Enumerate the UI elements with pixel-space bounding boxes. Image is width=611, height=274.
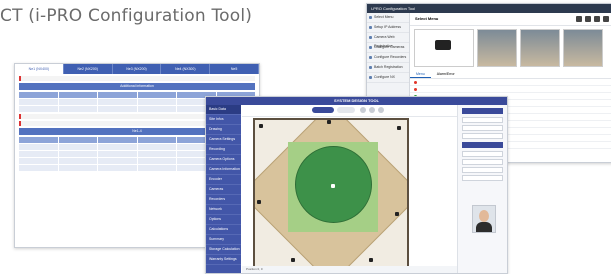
camera-thumbnail[interactable] — [520, 29, 560, 67]
tab-recorder[interactable]: Ne4 (NX300) — [161, 64, 211, 74]
nav-item[interactable]: Calculations — [206, 225, 241, 235]
nav-item[interactable]: Recording — [206, 145, 241, 155]
list-item[interactable] — [410, 79, 611, 86]
camera-icon[interactable] — [397, 126, 401, 130]
avatar — [472, 205, 496, 233]
nav-item[interactable]: Warranty Settings — [206, 255, 241, 265]
tab-recorder[interactable]: Ne5 — [210, 64, 259, 74]
recorder-icon — [435, 40, 451, 50]
camera-thumbnails — [410, 26, 611, 70]
property-field[interactable] — [462, 159, 503, 165]
nav-item[interactable]: Summary — [206, 235, 241, 245]
tab-menu[interactable]: Menu — [410, 70, 431, 78]
page-title: CT (i-PRO Configuration Tool) — [0, 6, 253, 26]
section-header: Additional information — [19, 83, 255, 90]
tool-icon[interactable] — [585, 16, 591, 22]
camera-icon[interactable] — [369, 258, 373, 262]
floor-plan-canvas[interactable] — [253, 118, 409, 270]
zoom-icon[interactable] — [378, 107, 384, 113]
sidebar-item[interactable]: Camera Web Registration — [367, 33, 409, 48]
tool-icon[interactable] — [576, 16, 582, 22]
nav-item[interactable]: Cameras — [206, 185, 241, 195]
tab-recorder[interactable]: Ne3 (NX200) — [113, 64, 162, 74]
tab-bar: Menu Alarm/Error — [410, 70, 611, 79]
sidebar-item[interactable]: Setup IP Address — [367, 23, 409, 33]
toolbar-pill-button[interactable] — [337, 107, 355, 113]
properties-panel — [457, 105, 507, 273]
nav-item[interactable]: Recorders — [206, 195, 241, 205]
toolbar-icons — [576, 16, 609, 22]
camera-icon[interactable] — [257, 200, 261, 204]
camera-thumbnail[interactable] — [563, 29, 603, 67]
nav-item[interactable]: Camera Options — [206, 155, 241, 165]
tab-alarm[interactable]: Alarm/Error — [431, 70, 461, 78]
panel-header-label: Select Menu — [415, 16, 439, 21]
system-design-tool-window: SYSTEM DESIGN TOOL Basic Data Site Infos… — [205, 96, 508, 274]
recorder-tabs: Ne1 (NX400) Ne2 (NX200) Ne3 (NX200) Ne4 … — [15, 64, 259, 74]
property-field[interactable] — [462, 133, 503, 139]
zoom-icon[interactable] — [360, 107, 366, 113]
panel-heading — [462, 108, 503, 114]
toolbar-pill-button[interactable] — [312, 107, 334, 113]
property-field[interactable] — [462, 117, 503, 123]
nav-item[interactable]: Camera Information — [206, 165, 241, 175]
note-line — [19, 76, 255, 81]
nav-item[interactable]: Storage Calculation — [206, 245, 241, 255]
camera-icon[interactable] — [291, 258, 295, 262]
camera-icon[interactable] — [259, 124, 263, 128]
property-field[interactable] — [462, 175, 503, 181]
tool-icon[interactable] — [603, 16, 609, 22]
tab-recorder[interactable]: Ne1 (NX400) — [15, 64, 64, 74]
sidebar-item[interactable]: Select Menu — [367, 13, 409, 23]
property-field[interactable] — [462, 167, 503, 173]
tab-recorder[interactable]: Ne2 (NX200) — [64, 64, 113, 74]
window-titlebar: i-PRO Configuration Tool — [367, 4, 611, 13]
sidebar-item[interactable]: Configure Cameras — [367, 43, 409, 53]
nav-item[interactable]: Site Infos — [206, 115, 241, 125]
sidebar-item[interactable]: Batch Registration — [367, 63, 409, 73]
camera-icon[interactable] — [331, 184, 335, 188]
property-field[interactable] — [462, 125, 503, 131]
drawing-toolbar — [242, 105, 457, 117]
sidebar-item[interactable]: Configure NX — [367, 73, 409, 83]
panel-heading — [462, 142, 503, 148]
list-item[interactable] — [410, 86, 611, 93]
recorder-thumbnail[interactable] — [414, 29, 474, 67]
nav-sidebar: Basic Data Site Infos Drawing Camera Set… — [206, 105, 241, 273]
sidebar-item[interactable]: Configure Recorders — [367, 53, 409, 63]
camera-icon[interactable] — [327, 120, 331, 124]
property-field[interactable] — [462, 151, 503, 157]
nav-item[interactable]: Network — [206, 205, 241, 215]
nav-item[interactable]: Options — [206, 215, 241, 225]
nav-item[interactable]: Encoder — [206, 175, 241, 185]
camera-thumbnail[interactable] — [477, 29, 517, 67]
camera-icon[interactable] — [395, 212, 399, 216]
zoom-icon[interactable] — [369, 107, 375, 113]
panel-header: Select Menu — [410, 13, 611, 26]
nav-item[interactable]: Basic Data — [206, 105, 241, 115]
nav-item[interactable]: Camera Settings — [206, 135, 241, 145]
nav-item[interactable]: Drawing — [206, 125, 241, 135]
window-titlebar: SYSTEM DESIGN TOOL — [206, 97, 507, 105]
tool-icon[interactable] — [594, 16, 600, 22]
